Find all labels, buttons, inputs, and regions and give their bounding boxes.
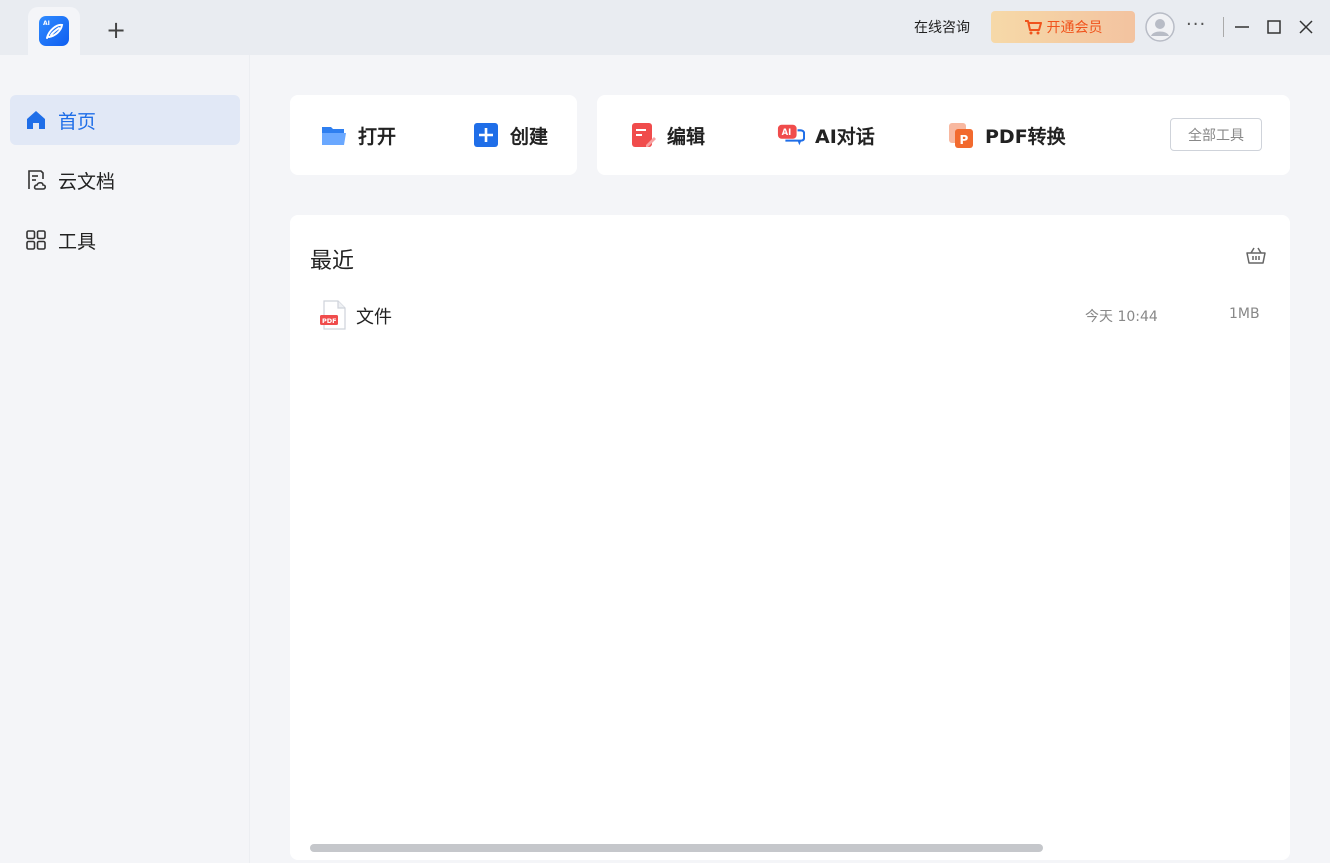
file-type-badge: PDF [322, 317, 337, 325]
new-tab-button[interactable]: + [104, 18, 128, 42]
sidebar: 首页 云文档 工具 [0, 55, 250, 863]
edit-label: 编辑 [667, 125, 706, 148]
cart-icon [1024, 20, 1042, 35]
minimize-icon[interactable] [1232, 17, 1252, 37]
edit-button[interactable]: 编辑 [629, 95, 705, 175]
home-icon [24, 108, 48, 132]
sidebar-item-label: 首页 [58, 110, 97, 133]
clear-basket-icon[interactable] [1245, 245, 1267, 265]
pdf-convert-icon: P [947, 121, 975, 149]
svg-text:AI: AI [43, 20, 50, 27]
create-button[interactable]: 创建 [472, 95, 548, 175]
svg-text:P: P [960, 133, 969, 147]
close-icon[interactable] [1296, 17, 1316, 37]
avatar-icon[interactable] [1145, 12, 1175, 42]
plus-square-icon [472, 121, 500, 149]
maximize-icon[interactable] [1264, 17, 1284, 37]
online-consult-link[interactable]: 在线咨询 [914, 17, 970, 37]
ai-chat-label: AI对话 [815, 125, 875, 148]
vip-button[interactable]: 开通会员 [991, 11, 1135, 43]
vip-button-label: 开通会员 [1046, 20, 1103, 36]
list-item[interactable]: PDF 文件 今天 10:44 1MB [310, 297, 1270, 333]
ai-chat-icon: AI [777, 121, 805, 149]
app-logo-icon: AI [39, 16, 69, 46]
tools-card: 编辑 AI AI对话 P PDF转换 全部工具 [597, 95, 1290, 175]
sidebar-item-cloud-docs[interactable]: 云文档 [10, 155, 240, 205]
titlebar-divider [1223, 17, 1224, 37]
pdf-convert-button[interactable]: P PDF转换 [947, 95, 1066, 175]
all-tools-button[interactable]: 全部工具 [1170, 118, 1262, 151]
recent-title: 最近 [310, 249, 355, 274]
quick-actions-card: 打开 创建 [290, 95, 577, 175]
ai-chat-button[interactable]: AI AI对话 [777, 95, 875, 175]
sidebar-item-tools[interactable]: 工具 [10, 215, 240, 265]
file-name: 文件 [356, 307, 392, 328]
edit-doc-icon [629, 121, 657, 149]
pdf-convert-label: PDF转换 [985, 125, 1066, 148]
app-home-tab[interactable]: AI [28, 7, 80, 55]
recent-panel: 最近 PDF 文件 今天 10:44 1MB [290, 215, 1290, 860]
sidebar-item-label: 云文档 [58, 170, 116, 193]
folder-icon [320, 121, 348, 149]
file-size: 1MB [1229, 306, 1260, 322]
open-label: 打开 [358, 125, 397, 148]
sidebar-item-home[interactable]: 首页 [10, 95, 240, 145]
title-bar: AI + 在线咨询 开通会员 ··· [0, 0, 1330, 55]
cloud-doc-icon [24, 168, 48, 192]
open-button[interactable]: 打开 [320, 95, 396, 175]
grid-icon [24, 228, 48, 252]
create-label: 创建 [510, 125, 549, 148]
svg-text:AI: AI [782, 127, 792, 137]
horizontal-scrollbar[interactable] [310, 844, 1043, 852]
more-icon[interactable]: ··· [1186, 14, 1206, 35]
file-time: 今天 10:44 [1085, 309, 1158, 325]
pdf-file-icon: PDF [320, 300, 346, 330]
sidebar-item-label: 工具 [58, 230, 97, 253]
